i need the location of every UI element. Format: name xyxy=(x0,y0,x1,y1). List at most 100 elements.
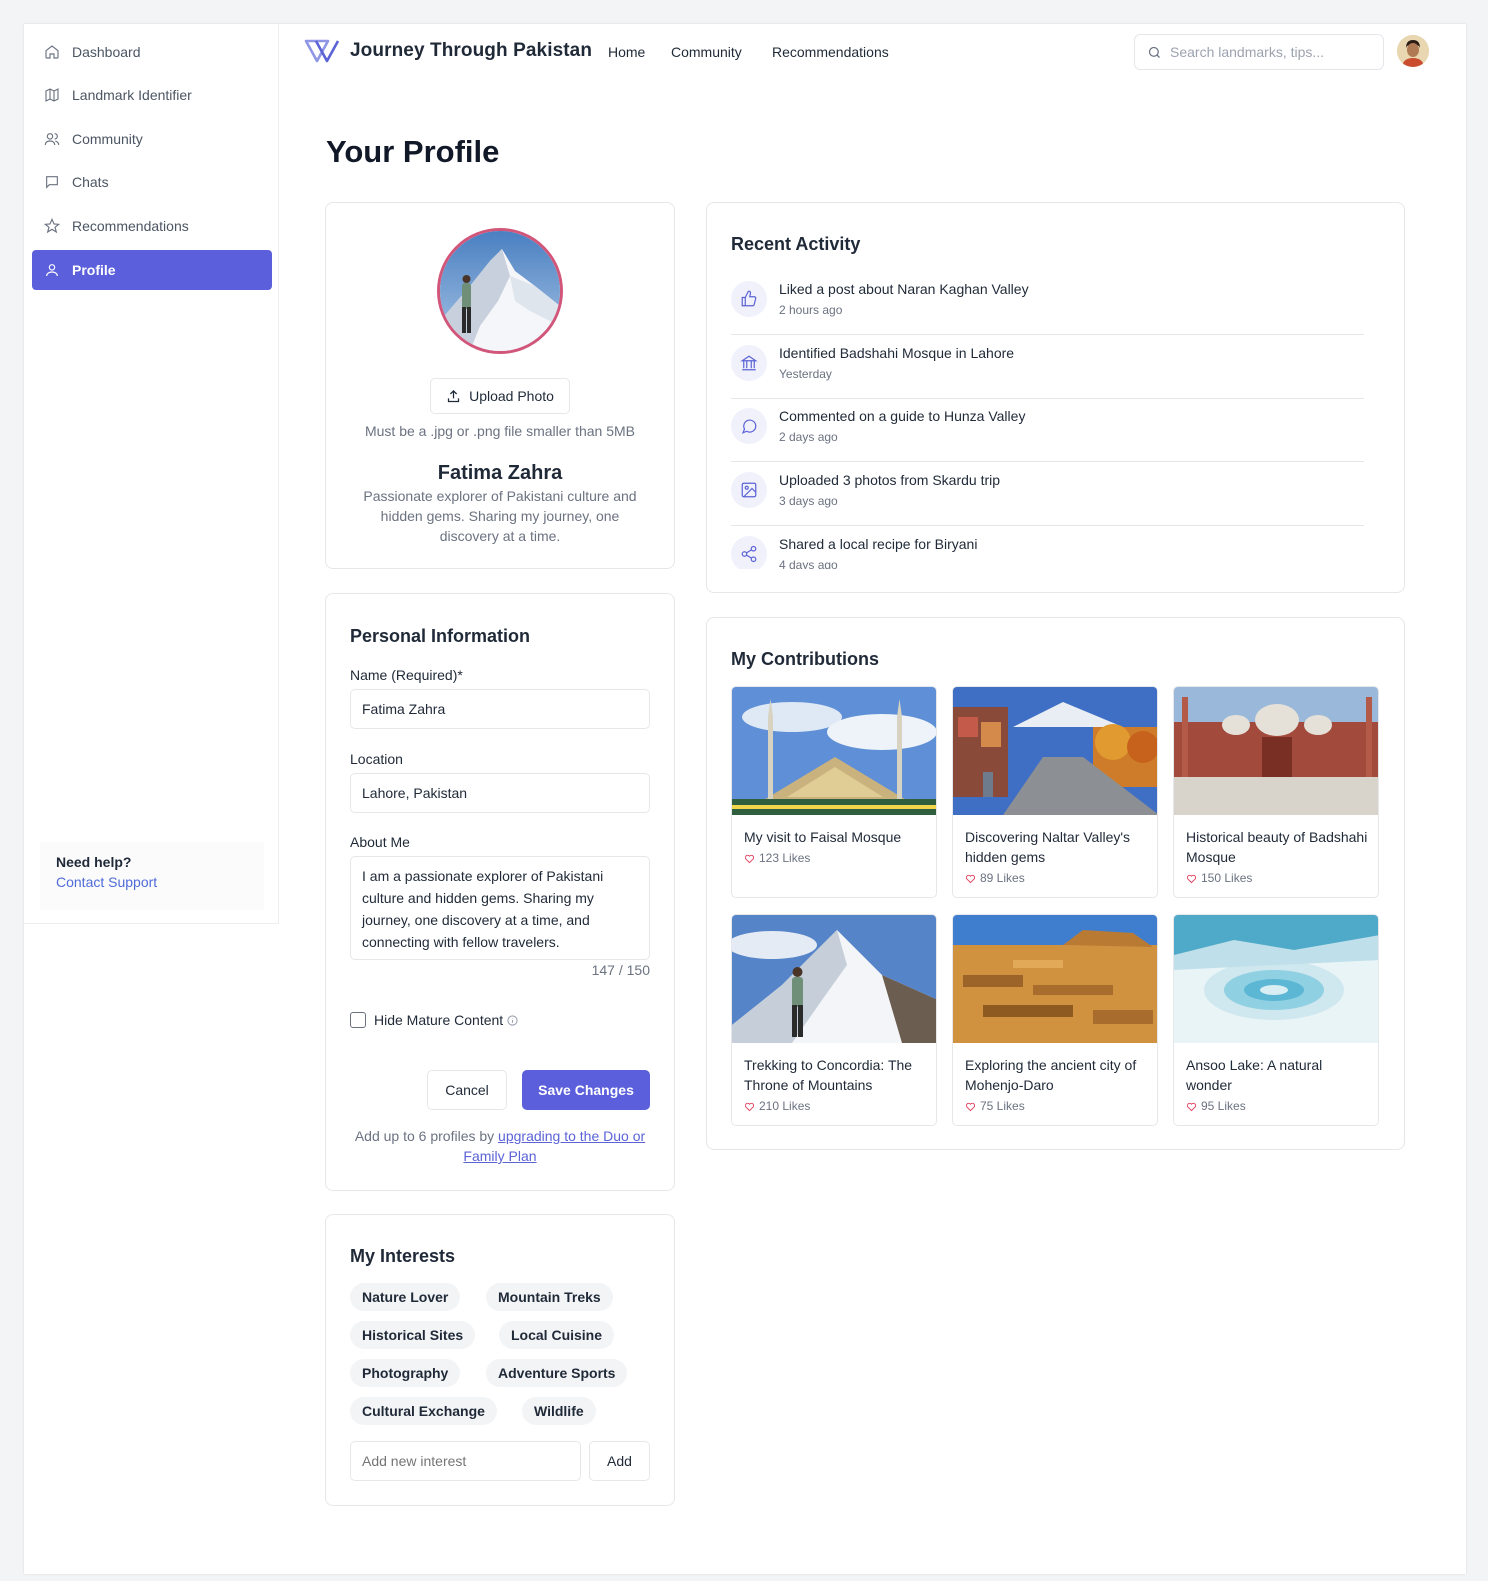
name-field[interactable] xyxy=(350,689,650,729)
heart-icon xyxy=(744,1102,755,1111)
personal-info-card: Personal Information Name (Required)* Lo… xyxy=(325,593,675,1191)
cancel-button[interactable]: Cancel xyxy=(427,1070,507,1110)
contact-support-link[interactable]: Contact Support xyxy=(56,874,248,890)
contribution-card[interactable]: Historical beauty of Badshahi Mosque 150… xyxy=(1173,686,1379,898)
contribution-likes: 75 Likes xyxy=(965,1099,1025,1113)
activity-text: Commented on a guide to Hunza Valley xyxy=(779,408,1026,424)
about-label: About Me xyxy=(350,834,410,850)
contribution-title: Discovering Naltar Valley's hidden gems xyxy=(965,829,1131,865)
image-icon xyxy=(731,472,767,508)
likes-count: 150 Likes xyxy=(1201,871,1253,885)
contribution-card[interactable]: My visit to Faisal Mosque 123 Likes xyxy=(731,686,937,898)
contribution-likes: 150 Likes xyxy=(1186,871,1252,885)
upload-photo-button[interactable]: Upload Photo xyxy=(430,378,570,414)
recent-activity-card: Recent Activity Liked a post about Naran… xyxy=(706,202,1405,593)
activity-time: 2 hours ago xyxy=(779,303,843,317)
upload-hint: Must be a .jpg or .png file smaller than… xyxy=(364,423,636,439)
sidebar-item-chats[interactable]: Chats xyxy=(32,162,272,202)
logo[interactable]: Journey Through Pakistan xyxy=(304,38,592,64)
upgrade-note: Add up to 6 profiles by upgrading to the… xyxy=(350,1126,650,1166)
location-label: Location xyxy=(350,751,403,767)
activity-text: Uploaded 3 photos from Skardu trip xyxy=(779,472,1001,488)
sidebar-item-dashboard[interactable]: Dashboard xyxy=(32,32,272,72)
contribution-title: Historical beauty of Badshahi Mosque xyxy=(1186,829,1368,865)
interest-chip[interactable]: Mountain Treks xyxy=(486,1283,613,1311)
activity-time: Yesterday xyxy=(779,367,832,381)
contribution-card[interactable]: Trekking to Concordia: The Throne of Mou… xyxy=(731,914,937,1126)
heart-icon xyxy=(965,874,976,883)
heart-icon xyxy=(744,854,755,863)
brand-name: Journey Through Pakistan xyxy=(350,40,593,61)
sidebar-item-label: Dashboard xyxy=(72,44,141,60)
avatar-image xyxy=(1397,35,1429,67)
hide-mature-checkbox[interactable] xyxy=(350,1012,366,1028)
faisal-mosque-image xyxy=(732,687,936,815)
contribution-card[interactable]: Exploring the ancient city of Mohenjo-Da… xyxy=(952,914,1158,1126)
interest-chip[interactable]: Cultural Exchange xyxy=(350,1397,497,1425)
save-changes-button[interactable]: Save Changes xyxy=(522,1070,650,1110)
sidebar-item-label: Landmark Identifier xyxy=(72,87,192,103)
contribution-likes: 95 Likes xyxy=(1186,1099,1246,1113)
profile-photo xyxy=(437,228,563,354)
ansoo-lake-image xyxy=(1174,915,1378,1043)
nav-recommendations[interactable]: Recommendations xyxy=(772,44,889,60)
naltar-valley-image xyxy=(953,687,1157,815)
interest-chip[interactable]: Photography xyxy=(350,1359,461,1387)
interest-chip[interactable]: Adventure Sports xyxy=(486,1359,628,1387)
sidebar-item-landmark-identifier[interactable]: Landmark Identifier xyxy=(32,75,272,115)
activity-text: Liked a post about Naran Kaghan Valley xyxy=(779,281,1029,297)
thumbs-up-icon xyxy=(731,281,767,317)
nav-home[interactable]: Home xyxy=(608,44,645,60)
user-icon xyxy=(46,264,58,277)
interest-chip[interactable]: Nature Lover xyxy=(350,1283,461,1311)
likes-count: 95 Likes xyxy=(1201,1099,1246,1113)
contribution-title: Ansoo Lake: A natural wonder xyxy=(1186,1057,1323,1093)
about-me-field[interactable]: I am a passionate explorer of Pakistani … xyxy=(350,856,650,960)
sidebar-item-recommendations[interactable]: Recommendations xyxy=(32,206,272,246)
help-title: Need help? xyxy=(56,854,132,870)
nav-community[interactable]: Community xyxy=(671,44,742,60)
activity-list[interactable]: Liked a post about Naran Kaghan Valley 2… xyxy=(707,203,1404,569)
interests-title: My Interests xyxy=(350,1246,456,1266)
profile-card: Upload Photo Must be a .jpg or .png file… xyxy=(325,202,675,569)
interest-chip[interactable]: Historical Sites xyxy=(350,1321,476,1349)
contribution-title: Trekking to Concordia: The Throne of Mou… xyxy=(744,1057,913,1093)
activity-time: 3 days ago xyxy=(779,494,838,508)
contribution-likes: 89 Likes xyxy=(965,871,1025,885)
upgrade-prefix: Add up to 6 profiles by xyxy=(354,1128,495,1144)
activity-text: Shared a local recipe for Biryani xyxy=(779,536,978,552)
sidebar-item-community[interactable]: Community xyxy=(32,119,272,159)
info-icon[interactable] xyxy=(507,1014,518,1026)
add-interest-button[interactable]: Add xyxy=(589,1441,650,1481)
avatar[interactable] xyxy=(1397,35,1429,67)
contribution-title: My visit to Faisal Mosque xyxy=(744,829,902,845)
users-icon xyxy=(44,133,60,146)
landmark-icon xyxy=(731,345,767,381)
mohenjo-daro-image xyxy=(953,915,1157,1043)
hide-mature-row: Hide Mature Content xyxy=(350,1012,518,1028)
heart-icon xyxy=(1186,874,1197,883)
concordia-image xyxy=(732,915,936,1043)
interest-chip[interactable]: Local Cuisine xyxy=(499,1321,615,1349)
map-icon xyxy=(45,88,59,102)
page-title: Your Profile xyxy=(326,134,500,169)
sidebar: Dashboard Landmark Identifier Community … xyxy=(24,24,279,924)
contribution-card[interactable]: Discovering Naltar Valley's hidden gems … xyxy=(952,686,1158,898)
search-input[interactable] xyxy=(1170,44,1370,60)
help-box: Need help? Contact Support xyxy=(40,842,264,910)
sidebar-item-profile[interactable]: Profile xyxy=(32,250,272,290)
contribution-card[interactable]: Ansoo Lake: A natural wonder 95 Likes xyxy=(1173,914,1379,1126)
new-interest-input[interactable] xyxy=(350,1441,581,1481)
sidebar-item-label: Profile xyxy=(72,262,116,278)
location-field[interactable] xyxy=(350,773,650,813)
upload-photo-label: Upload Photo xyxy=(469,388,554,404)
interest-chip[interactable]: Wildlife xyxy=(522,1397,596,1425)
search-box xyxy=(1134,34,1384,70)
activity-text: Identified Badshahi Mosque in Lahore xyxy=(779,345,1015,361)
activity-time: 2 days ago xyxy=(779,430,838,444)
chat-icon xyxy=(46,176,58,189)
contributions-card: My Contributions My visit to Faisal Mosq… xyxy=(706,617,1405,1150)
activity-item: Identified Badshahi Mosque in Lahore Yes… xyxy=(731,335,1364,399)
app-window: Dashboard Landmark Identifier Community … xyxy=(24,24,1466,1574)
profile-name: Fatima Zahra xyxy=(437,462,563,484)
